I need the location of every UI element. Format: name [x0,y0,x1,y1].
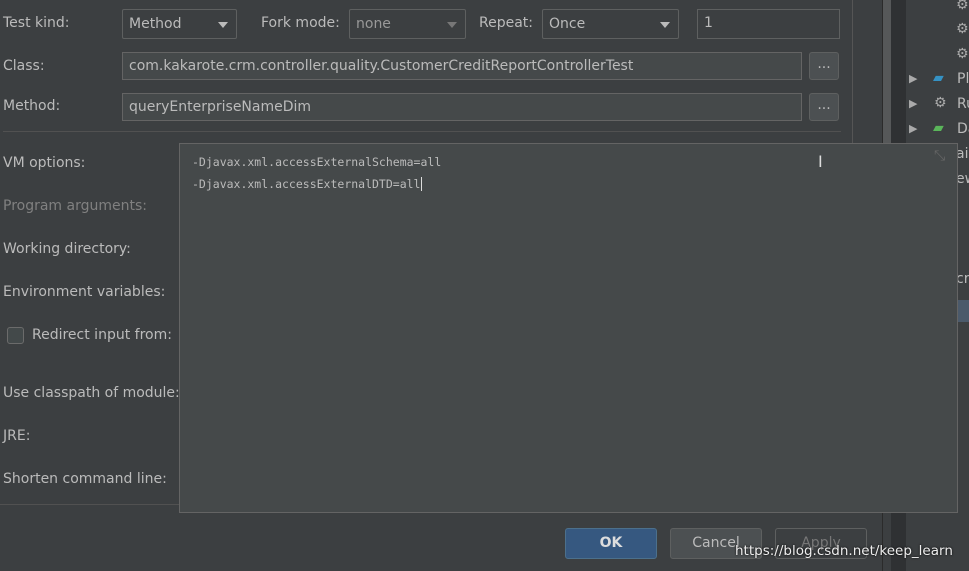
fork-mode-select[interactable]: none [349,9,466,39]
test-kind-value: Method [129,16,182,32]
chevron-down-icon [660,22,670,28]
chevron-down-icon [218,22,228,28]
separator [3,131,841,132]
class-browse-button[interactable]: ... [809,52,839,80]
test-kind-label: Test kind: [3,15,70,31]
expand-arrow-icon[interactable]: ▶ [909,97,917,110]
working-directory-label: Working directory: [3,241,131,257]
editor-line-text: -Djavax.xml.accessExternalDTD=all [192,177,421,191]
fork-mode-value: none [356,16,391,32]
expand-arrow-icon[interactable]: ▶ [909,122,917,135]
class-input[interactable]: com.kakarote.crm.controller.quality.Cust… [122,52,802,80]
repeat-select[interactable]: Once [542,9,679,39]
repeat-value: Once [549,16,586,32]
editor-line: -Djavax.xml.accessExternalDTD=all [192,177,423,191]
redirect-input-label: Redirect input from: [32,327,172,343]
gear-icon: ⚙ [934,95,947,111]
vm-options-label: VM options: [3,155,86,171]
redirect-input-checkbox[interactable] [7,327,24,344]
method-input[interactable]: queryEnterpriseNameDim [122,93,802,121]
editor-line: -Djavax.xml.accessExternalSchema=all [192,155,442,169]
ok-button[interactable]: OK [565,528,657,559]
gear-icon: ⚙ [956,21,969,37]
side-item[interactable]: Pl [957,71,969,87]
side-item[interactable]: Da [957,121,969,137]
environment-variables-label: Environment variables: [3,284,166,300]
classpath-label: Use classpath of module: [3,385,180,401]
side-item[interactable]: Ru [957,96,969,112]
test-kind-select[interactable]: Method [122,9,237,39]
gear-icon: ⚙ [956,46,969,62]
method-browse-button[interactable]: ... [809,93,839,121]
repeat-count-input[interactable]: 1 [697,9,840,39]
text-cursor [421,177,423,191]
class-label: Class: [3,58,45,74]
mouse-ibeam-cursor-icon: I [818,152,823,171]
folder-chart-icon: ▰ [933,120,944,136]
repeat-label: Repeat: [479,15,533,31]
expand-arrow-icon[interactable]: ▶ [909,72,917,85]
shorten-command-line-label: Shorten command line: [3,471,167,487]
chevron-down-icon [447,22,457,28]
method-label: Method: [3,98,61,114]
collapse-icon[interactable]: ⤡ [934,148,945,164]
vm-options-expanded-editor[interactable]: -Djavax.xml.accessExternalSchema=all -Dj… [179,143,958,513]
fork-mode-label: Fork mode: [261,15,340,31]
jre-label: JRE: [3,428,31,444]
gear-icon: ⚙ [956,0,969,13]
program-arguments-label: Program arguments: [3,198,147,214]
watermark: https://blog.csdn.net/keep_learn [735,543,953,559]
folder-gear-icon: ▰ [933,70,944,86]
